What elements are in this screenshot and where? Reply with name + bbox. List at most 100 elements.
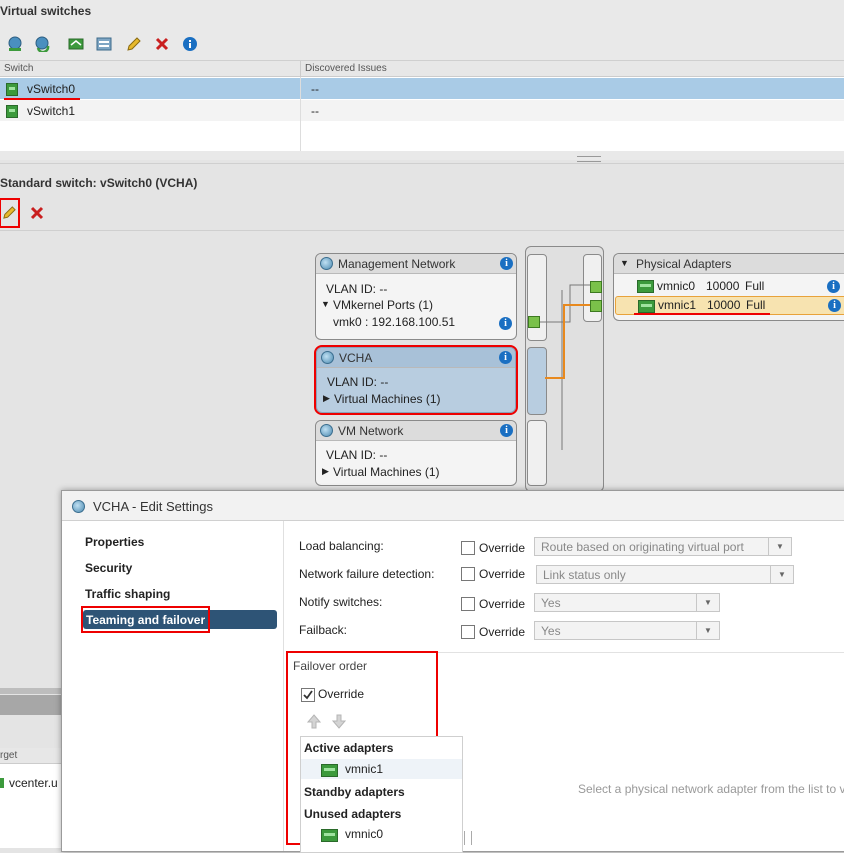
failure-detection-select[interactable]: Link status only ▼ (536, 565, 794, 584)
globe-icon (320, 424, 333, 437)
active-adapters-header: Active adapters (304, 741, 394, 755)
port-connector (528, 316, 540, 328)
highlight-underline (634, 313, 770, 315)
unused-adapters-header: Unused adapters (304, 807, 402, 821)
adapter-row[interactable]: vmnic0 10000 Full i (614, 277, 844, 295)
adapter-name: vmnic1 (345, 762, 384, 776)
list-item[interactable]: vmnic0 (301, 824, 462, 844)
select-value: Yes (541, 624, 561, 638)
vmk-address: vmk0 : 192.168.100.51 (333, 315, 456, 329)
vmkernel-ports[interactable]: VMkernel Ports (1) (333, 298, 433, 312)
edit-pencil-icon[interactable] (126, 36, 142, 52)
grid-header: Switch Discovered Issues (0, 61, 844, 77)
adapter-duplex: Full (745, 279, 765, 293)
chevron-right-icon[interactable]: ▶ (322, 466, 329, 477)
notify-switches-select[interactable]: Yes ▼ (534, 593, 720, 612)
notify-switches-label: Notify switches: (299, 595, 383, 609)
adapter-duplex: Full (746, 298, 766, 312)
refresh-icon[interactable] (34, 36, 50, 52)
info-icon[interactable]: i (827, 280, 840, 293)
dialog-nav: Properties Security Traffic shaping Team… (62, 521, 284, 851)
section-title: Standard switch: vSwitch0 (VCHA) (0, 176, 198, 190)
box-header: ▼ Physical Adapters (614, 254, 844, 274)
failure-detection-label: Network failure detection: (299, 567, 435, 581)
failback-select[interactable]: Yes ▼ (534, 621, 720, 640)
col-switch[interactable]: Switch (4, 63, 33, 74)
select-value: Yes (541, 596, 561, 610)
override-label: Override (479, 625, 526, 639)
failback-label: Failback: (299, 623, 348, 637)
nic-icon (638, 300, 655, 313)
delete-x-icon[interactable] (29, 205, 45, 221)
override-checkbox[interactable] (461, 567, 475, 581)
info-icon[interactable]: i (828, 299, 841, 312)
connection-lines (540, 284, 595, 450)
nic-icon (321, 829, 338, 842)
chevron-down-icon[interactable]: ▼ (321, 299, 330, 309)
adapter-speed: 10000 (706, 279, 740, 293)
info-icon[interactable] (182, 36, 198, 52)
box-header: VCHA i (317, 348, 515, 368)
select-value: Link status only (543, 568, 626, 582)
add-network-icon[interactable] (7, 36, 23, 52)
migrate-icon[interactable] (68, 36, 84, 52)
info-icon[interactable]: i (499, 317, 512, 330)
splitter-handle[interactable] (577, 156, 601, 162)
vm-network-box[interactable]: VM Network i VLAN ID: -- ▶ Virtual Machi… (315, 420, 517, 486)
nav-properties[interactable]: Properties (85, 535, 144, 549)
adapter-speed: 10000 (707, 298, 741, 312)
resize-grip[interactable] (464, 831, 472, 845)
override-label: Override (479, 567, 526, 581)
virtual-machines[interactable]: Virtual Machines (1) (334, 392, 441, 406)
list-item[interactable]: vmnic1 (301, 759, 462, 779)
info-icon[interactable]: i (500, 257, 513, 270)
col-discovered-issues[interactable]: Discovered Issues (305, 63, 387, 74)
override-checkbox[interactable] (461, 541, 475, 555)
nic-icon (637, 280, 654, 293)
edit-settings-dialog: VCHA - Edit Settings Properties Security… (61, 490, 844, 853)
nav-security[interactable]: Security (85, 561, 132, 575)
background-grid-peek: rget vcenter.u (0, 688, 61, 848)
override-checkbox[interactable] (461, 625, 475, 639)
vcha-port-group-box[interactable]: VCHA i VLAN ID: -- ▶ Virtual Machines (1… (314, 345, 518, 415)
chevron-down-icon[interactable]: ▼ (620, 258, 629, 268)
vlan-id: VLAN ID: -- (327, 375, 389, 389)
vlan-id: VLAN ID: -- (326, 448, 388, 462)
chevron-down-icon: ▼ (696, 594, 719, 611)
highlight-box (81, 606, 210, 633)
box-header: Management Network i (316, 254, 516, 274)
dialog-titlebar[interactable]: VCHA - Edit Settings (62, 491, 844, 521)
edit-button[interactable] (0, 198, 20, 228)
vswitch-grid: Switch Discovered Issues vSwitch0 -- vSw… (0, 60, 844, 151)
port-connector (590, 281, 602, 293)
checkbox-checked-icon[interactable] (301, 688, 315, 702)
virtual-machines[interactable]: Virtual Machines (1) (333, 465, 440, 479)
management-network-box[interactable]: Management Network i VLAN ID: -- ▼ VMker… (315, 253, 517, 340)
load-balancing-select[interactable]: Route based on originating virtual port … (534, 537, 792, 556)
vswitch-issues: -- (311, 104, 319, 118)
physical-adapters-box[interactable]: ▼ Physical Adapters vmnic0 10000 Full i … (613, 253, 844, 321)
vlan-id: VLAN ID: -- (326, 282, 388, 296)
box-title: Physical Adapters (636, 257, 732, 271)
box-title: Management Network (338, 257, 456, 271)
vswitch-toolbar (0, 34, 844, 54)
vswitch-name: vSwitch0 (27, 82, 76, 96)
table-row[interactable]: vSwitch0 -- (0, 78, 844, 99)
table-row[interactable]: vSwitch1 -- (0, 100, 844, 121)
vswitch-name: vSwitch1 (27, 104, 76, 118)
chevron-right-icon[interactable]: ▶ (323, 393, 330, 404)
nav-traffic-shaping[interactable]: Traffic shaping (85, 587, 170, 601)
failover-order-title: Failover order (293, 659, 368, 673)
arrow-up-icon[interactable] (307, 714, 321, 729)
info-icon[interactable]: i (499, 351, 512, 364)
arrow-down-icon[interactable] (332, 714, 346, 729)
chevron-down-icon: ▼ (696, 622, 719, 639)
nic-icon (0, 778, 4, 788)
adapter-name: vmnic1 (658, 298, 697, 312)
info-icon[interactable]: i (500, 424, 513, 437)
manage-icon[interactable] (96, 36, 112, 52)
globe-icon (72, 500, 85, 513)
virtual-switches-panel: Virtual switches Switch Discovered Issue… (0, 0, 844, 162)
override-checkbox[interactable] (461, 597, 475, 611)
delete-x-icon[interactable] (154, 36, 170, 52)
